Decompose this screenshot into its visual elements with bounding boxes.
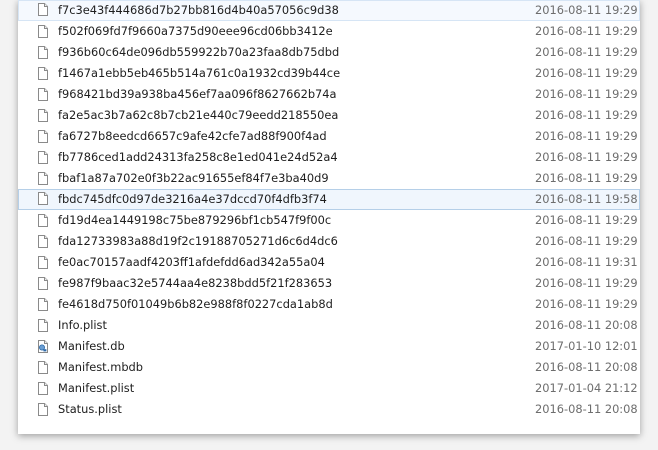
file-date-modified: 2016-08-11 19:29 xyxy=(535,45,638,59)
file-name: fe0ac70157aadf4203ff1afdefdd6ad342a55a04 xyxy=(58,255,325,269)
file-date-modified: 2016-08-11 19:29 xyxy=(535,150,638,164)
file-list-window: f7c3e43f444686d7b27bb816d4b40a57056c9d38… xyxy=(18,0,640,434)
file-icon xyxy=(38,360,48,374)
file-name: f936b60c64de096db559922b70a23faa8db75dbd xyxy=(58,45,340,59)
file-date-modified: 2016-08-11 20:08 xyxy=(535,360,638,374)
file-row[interactable]: Manifest.db 2017-01-10 12:01 xyxy=(18,336,640,357)
file-name: Status.plist xyxy=(58,402,122,416)
file-row[interactable]: fe987f9baac32e5744aa4e8238bdd5f21f283653… xyxy=(18,273,640,294)
file-date-modified: 2016-08-11 19:29 xyxy=(535,24,638,38)
file-date-modified: 2016-08-11 19:31 xyxy=(535,255,638,269)
file-name: fd19d4ea1449198c75be879296bf1cb547f9f00c xyxy=(58,213,332,227)
file-row[interactable]: Manifest.mbdb 2016-08-11 20:08 xyxy=(18,357,640,378)
file-icon xyxy=(38,192,48,205)
file-row[interactable]: f502f069fd7f9660a7375d90eee96cd06bb3412e… xyxy=(18,21,640,42)
file-date-modified: 2017-01-04 21:12 xyxy=(535,381,638,395)
file-row[interactable]: fda12733983a88d19f2c19188705271d6c6d4dc6… xyxy=(18,231,640,252)
file-name: f968421bd39a938ba456ef7aa096f8627662b74a xyxy=(58,87,337,101)
file-name: f7c3e43f444686d7b27bb816d4b40a57056c9d38 xyxy=(58,3,339,17)
file-name: f1467a1ebb5eb465b514a761c0a1932cd39b44ce xyxy=(58,66,341,80)
file-row[interactable]: fb7786ced1add24313fa258c8e1ed041e24d52a4… xyxy=(18,147,640,168)
file-name: fb7786ced1add24313fa258c8e1ed041e24d52a4 xyxy=(58,150,338,164)
file-row[interactable]: f968421bd39a938ba456ef7aa096f8627662b74a… xyxy=(18,84,640,105)
file-icon xyxy=(38,318,48,332)
file-row[interactable]: fa6727b8eedcd6657c9afe42cfe7ad88f900f4ad… xyxy=(18,126,640,147)
database-file-icon xyxy=(38,339,48,353)
file-date-modified: 2016-08-11 19:29 xyxy=(535,108,638,122)
file-row[interactable]: f7c3e43f444686d7b27bb816d4b40a57056c9d38… xyxy=(18,0,640,21)
file-date-modified: 2016-08-11 19:29 xyxy=(535,66,638,80)
file-date-modified: 2016-08-11 19:29 xyxy=(535,87,638,101)
file-name: f502f069fd7f9660a7375d90eee96cd06bb3412e xyxy=(58,24,333,38)
file-icon xyxy=(38,213,48,227)
file-row[interactable]: fe4618d750f01049b6b82e988f8f0227cda1ab8d… xyxy=(18,294,640,315)
file-row[interactable]: fa2e5ac3b7a62c8b7cb21e440c79eedd218550ea… xyxy=(18,105,640,126)
file-icon xyxy=(38,150,48,164)
file-icon xyxy=(38,171,48,185)
file-name: fda12733983a88d19f2c19188705271d6c6d4dc6 xyxy=(58,234,338,248)
file-row-selected[interactable]: fbdc745dfc0d97de3216a4e37dccd70f4dfb3f74… xyxy=(18,189,640,210)
file-date-modified: 2016-08-11 19:29 xyxy=(535,171,638,185)
file-icon xyxy=(38,402,48,416)
file-name: Manifest.plist xyxy=(58,381,135,395)
file-icon xyxy=(38,129,48,143)
file-date-modified: 2016-08-11 20:08 xyxy=(535,318,638,332)
file-name: fa2e5ac3b7a62c8b7cb21e440c79eedd218550ea xyxy=(58,108,339,122)
file-icon xyxy=(38,108,48,122)
file-name: Info.plist xyxy=(58,318,107,332)
file-date-modified: 2016-08-11 20:08 xyxy=(535,402,638,416)
file-row[interactable]: fe0ac70157aadf4203ff1afdefdd6ad342a55a04… xyxy=(18,252,640,273)
file-icon xyxy=(38,297,48,311)
file-date-modified: 2016-08-11 19:29 xyxy=(535,234,638,248)
file-date-modified: 2016-08-11 19:29 xyxy=(535,297,638,311)
file-icon xyxy=(38,234,48,248)
file-row[interactable]: f1467a1ebb5eb465b514a761c0a1932cd39b44ce… xyxy=(18,63,640,84)
file-date-modified: 2016-08-11 19:29 xyxy=(535,213,638,227)
file-icon xyxy=(38,66,48,80)
file-name: fe987f9baac32e5744aa4e8238bdd5f21f283653 xyxy=(58,276,333,290)
file-icon xyxy=(38,3,48,16)
file-name: Manifest.mbdb xyxy=(58,360,144,374)
file-date-modified: 2016-08-11 19:29 xyxy=(535,129,638,143)
file-date-modified: 2016-08-11 19:58 xyxy=(535,192,638,206)
file-icon xyxy=(38,276,48,290)
file-icon xyxy=(38,24,48,38)
file-row[interactable]: Info.plist 2016-08-11 20:08 xyxy=(18,315,640,336)
file-name: fbaf1a87a702e0f3b22ac91655ef84f7e3ba40d9 xyxy=(58,171,329,185)
file-date-modified: 2016-08-11 19:29 xyxy=(535,3,638,17)
file-icon xyxy=(38,87,48,101)
file-row[interactable]: fbaf1a87a702e0f3b22ac91655ef84f7e3ba40d9… xyxy=(18,168,640,189)
file-list: f7c3e43f444686d7b27bb816d4b40a57056c9d38… xyxy=(18,0,640,420)
file-icon xyxy=(38,255,48,269)
file-row[interactable]: Manifest.plist 2017-01-04 21:12 xyxy=(18,378,640,399)
file-row[interactable]: f936b60c64de096db559922b70a23faa8db75dbd… xyxy=(18,42,640,63)
file-icon xyxy=(38,381,48,395)
file-row[interactable]: Status.plist 2016-08-11 20:08 xyxy=(18,399,640,420)
file-row[interactable]: fd19d4ea1449198c75be879296bf1cb547f9f00c… xyxy=(18,210,640,231)
file-name: Manifest.db xyxy=(58,339,125,353)
file-name: fa6727b8eedcd6657c9afe42cfe7ad88f900f4ad xyxy=(58,129,327,143)
file-icon xyxy=(38,45,48,59)
file-date-modified: 2016-08-11 19:29 xyxy=(535,276,638,290)
file-date-modified: 2017-01-10 12:01 xyxy=(535,339,638,353)
file-name: fbdc745dfc0d97de3216a4e37dccd70f4dfb3f74 xyxy=(58,192,327,206)
file-name: fe4618d750f01049b6b82e988f8f0227cda1ab8d xyxy=(58,297,333,311)
